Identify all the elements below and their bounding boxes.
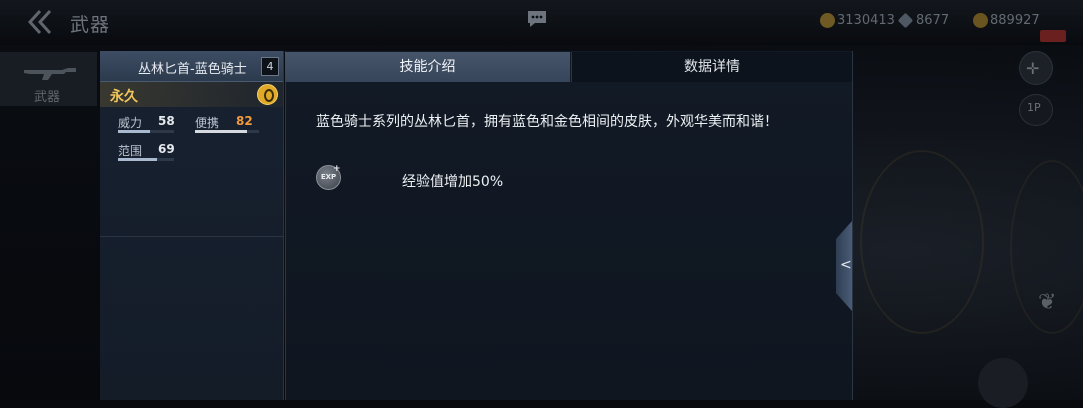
coin-amount: 889927: [990, 13, 1040, 28]
wing-icon[interactable]: ❦: [1038, 290, 1056, 315]
notification-tag: [1040, 30, 1066, 42]
clock-icon: [257, 84, 278, 105]
stat-label-portability: 便携: [195, 116, 220, 130]
stat-bar-power: [118, 130, 174, 133]
stat-bar-fill: [118, 130, 151, 133]
stat-value-range: 69: [158, 142, 175, 156]
scene-target-ring: [860, 150, 984, 334]
stat-label-range: 范围: [118, 144, 143, 158]
tab-data-details[interactable]: 数据详情: [571, 52, 852, 82]
stat-value-power: 58: [158, 114, 175, 128]
diamond-icon: [897, 12, 914, 29]
gold-amount: 3130413: [837, 13, 895, 28]
gold-coin-icon: [820, 13, 835, 28]
rifle-icon: [24, 68, 76, 80]
back-arrow-icon[interactable]: [26, 9, 56, 35]
detail-panel: [285, 51, 853, 400]
weapon-description: 蓝色骑士系列的丛林匕首，拥有蓝色和金色相间的皮肤，外观华美而和谐！: [316, 114, 778, 130]
stat-bar-fill: [195, 130, 248, 133]
stat-value-portability: 82: [236, 114, 253, 128]
gold-currency: 3130413: [820, 13, 895, 28]
page-title: 武器: [70, 14, 111, 36]
coin-bag-icon: [973, 13, 988, 28]
weapon-name: 丛林匕首-蓝色骑士: [138, 62, 247, 77]
weapon-level-badge: 4: [261, 57, 279, 76]
chevron-left-icon: <: [840, 257, 852, 273]
stat-bar-fill: [118, 158, 157, 161]
action-button[interactable]: [978, 358, 1028, 408]
chat-icon[interactable]: [526, 9, 548, 29]
diamond-amount: 8677: [916, 13, 950, 28]
duration-label: 永久: [110, 89, 138, 105]
coin-currency: 889927: [973, 13, 1040, 28]
skill-effect-text: 经验值增加50%: [402, 174, 504, 190]
stat-bar-portability: [195, 130, 259, 133]
sidebar-item-label: 武器: [34, 90, 61, 105]
crosshair-icon: ✛: [1026, 59, 1040, 78]
divider: [100, 236, 283, 237]
plus-icon: +: [333, 164, 341, 174]
stat-label-power: 威力: [118, 116, 143, 130]
view-mode-label: 1P: [1027, 101, 1041, 114]
diamond-currency: 8677: [897, 12, 950, 29]
stat-bar-range: [118, 158, 174, 161]
tab-skill-intro[interactable]: 技能介绍: [285, 52, 570, 82]
